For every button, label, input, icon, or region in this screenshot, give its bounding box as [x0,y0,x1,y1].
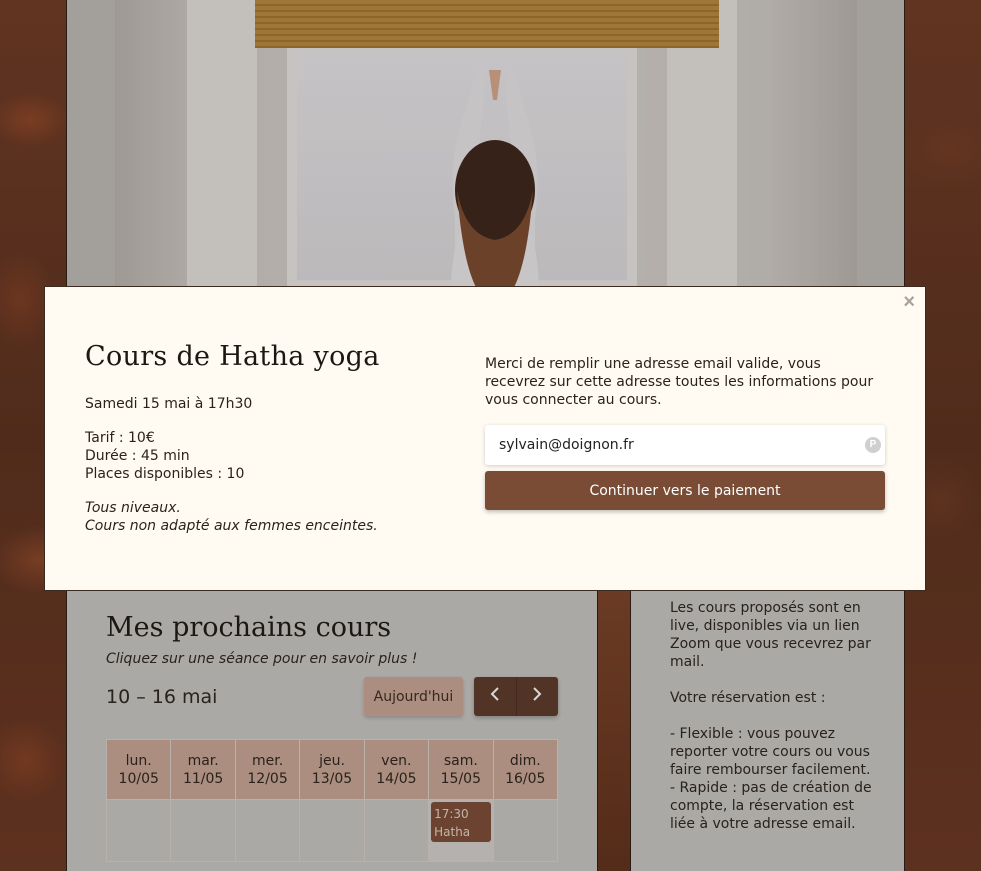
booking-modal: × Cours de Hatha yoga Samedi 15 mai à 17… [44,286,926,591]
course-notes: Tous niveaux. Cours non adapté aux femme… [85,499,475,535]
course-details: Samedi 15 mai à 17h30 Tarif : 10€ Durée … [85,395,475,551]
password-manager-icon[interactable]: P [865,437,881,453]
continue-payment-button[interactable]: Continuer vers le paiement [485,471,885,510]
email-instructions: Merci de remplir une adresse email valid… [485,356,874,408]
places: Places disponibles : 10 [85,466,245,482]
email-field-wrapper: P [485,425,885,465]
level-note: Tous niveaux. [85,500,181,516]
email-field[interactable] [485,425,885,465]
duration: Durée : 45 min [85,448,190,464]
course-info: Tarif : 10€ Durée : 45 min Places dispon… [85,429,475,483]
course-date: Samedi 15 mai à 17h30 [85,396,253,412]
pregnancy-note: Cours non adapté aux femmes enceintes. [85,518,378,534]
close-icon[interactable]: × [903,291,915,314]
price: Tarif : 10€ [85,430,155,446]
modal-title: Cours de Hatha yoga [85,341,380,372]
booking-form: Merci de remplir une adresse email valid… [485,355,885,510]
